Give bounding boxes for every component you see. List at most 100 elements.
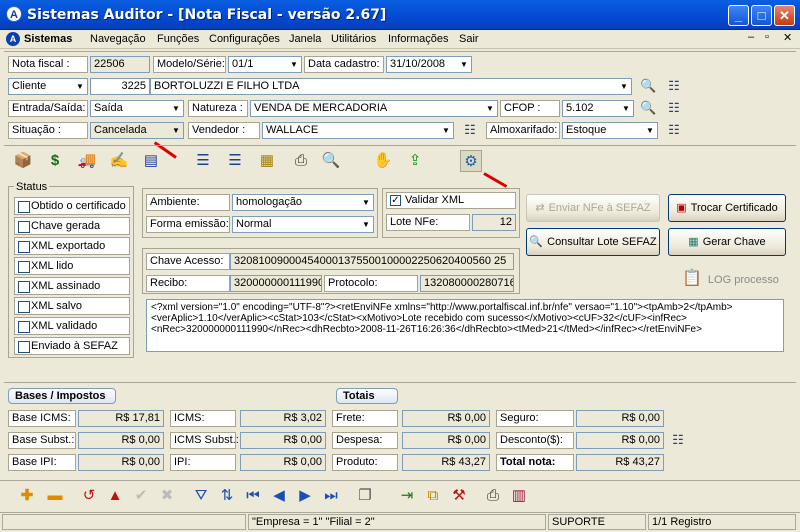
cliente-code-field[interactable]: 3225 (90, 78, 150, 95)
enviar-nfe-button[interactable]: ⇄ Enviar NFe à SEFAZ (526, 194, 660, 222)
cliente-name-field[interactable]: BORTOLUZZI E FILHO LTDA ▼ (150, 78, 632, 95)
undo-icon[interactable]: ↺ (78, 485, 100, 507)
status-item[interactable]: XML assinado (14, 277, 130, 295)
invoice-icon[interactable]: ▦ (256, 150, 278, 172)
list-icon[interactable]: ☷ (670, 432, 686, 448)
seguro-value: R$ 0,00 (576, 410, 664, 427)
status-item[interactable]: XML validado (14, 317, 130, 335)
hand-icon[interactable]: ✋ (372, 150, 394, 172)
search-icon[interactable]: 🔍 (640, 78, 656, 94)
dollar-icon[interactable]: $ (44, 150, 66, 172)
ambiente-select[interactable]: homologação ▼ (232, 194, 374, 211)
chevron-down-icon[interactable]: ▼ (617, 79, 631, 94)
magnifier-icon[interactable]: 🔍 (320, 150, 342, 172)
menu-funcoes[interactable]: Funções (157, 33, 199, 45)
data-cadastro-field[interactable]: 31/10/2008 ▼ (386, 56, 472, 73)
natureza-select[interactable]: VENDA DE MERCADORIA ▼ (250, 100, 498, 117)
remove-icon[interactable]: ▬ (44, 485, 66, 507)
chevron-down-icon[interactable]: ▼ (359, 195, 373, 210)
vendedor-select[interactable]: WALLACE ▼ (262, 122, 454, 139)
forma-emissao-select[interactable]: Normal ▼ (232, 216, 374, 233)
base-icms-label: Base ICMS: (8, 410, 76, 427)
chevron-down-icon[interactable]: ▼ (457, 57, 471, 72)
filter-icon[interactable]: ⛛ (190, 485, 212, 507)
menu-configuracoes[interactable]: Configurações (209, 33, 280, 45)
next-record-icon[interactable]: ▶ (294, 485, 316, 507)
trocar-certificado-button[interactable]: ▣ Trocar Certificado (668, 194, 786, 222)
first-record-icon[interactable]: ⏮ (242, 485, 264, 507)
previous-record-icon[interactable]: ◀ (268, 485, 290, 507)
entrada-saida-select[interactable]: Saída ▼ (90, 100, 184, 117)
forma-emissao-label: Forma emissão: (146, 216, 230, 233)
validar-xml-checkbox[interactable]: ✓ Validar XML (386, 192, 516, 209)
mdi-close-button[interactable]: ✕ (783, 31, 792, 44)
chevron-down-icon[interactable]: ▼ (643, 123, 657, 138)
chevron-down-icon[interactable]: ▼ (169, 101, 183, 116)
list-icon[interactable]: ☷ (666, 122, 682, 138)
sort-icon[interactable]: ⇅ (216, 485, 238, 507)
cfop-select[interactable]: 5.102 ▼ (562, 100, 634, 117)
export-icon[interactable]: ⇪ (404, 150, 426, 172)
print-icon[interactable]: ⎙ (482, 485, 504, 507)
confirm-icon[interactable]: ✔ (130, 485, 152, 507)
menu-sair[interactable]: Sair (459, 33, 479, 45)
tools-icon[interactable]: ⚒ (448, 485, 470, 507)
xml-response-area[interactable]: <?xml version="1.0" encoding="UTF-8"?><r… (146, 299, 784, 352)
chevron-down-icon[interactable]: ▼ (439, 123, 453, 138)
mdi-minimize-button[interactable]: – (748, 31, 754, 43)
situacao-select[interactable]: Cancelada ▼ (90, 122, 184, 139)
list-icon[interactable]: ☷ (462, 122, 478, 138)
status-item[interactable]: Chave gerada (14, 217, 130, 235)
modelo-field[interactable]: 01/1 ▼ (228, 56, 302, 73)
sign-icon[interactable]: ✍ (108, 150, 130, 172)
log-processo-button[interactable]: 📋 LOG processo (682, 268, 779, 288)
status-item[interactable]: XML salvo (14, 297, 130, 315)
list-icon[interactable]: ☷ (666, 78, 682, 94)
gerar-chave-button[interactable]: ▦ Gerar Chave (668, 228, 786, 256)
status-cell-empty (2, 514, 246, 530)
status-item[interactable]: XML exportado (14, 237, 130, 255)
add-icon[interactable]: ✚ (16, 485, 38, 507)
check-icon[interactable]: ✓ (390, 195, 401, 206)
printer-icon[interactable]: ⎙ (290, 150, 312, 172)
menu-janela[interactable]: Janela (289, 33, 321, 45)
list-icon[interactable]: ☷ (666, 100, 682, 116)
maximize-button[interactable]: □ (751, 5, 772, 26)
triangle-up-icon[interactable]: ▲ (104, 485, 126, 507)
minimize-button[interactable]: _ (728, 5, 749, 26)
merge-icon[interactable]: ⧉ (422, 485, 444, 507)
menu-sistemas[interactable]: Sistemas (24, 33, 72, 45)
package-icon[interactable]: 📦 (12, 150, 34, 172)
menu-informacoes[interactable]: Informações (388, 33, 449, 45)
chevron-down-icon[interactable]: ▼ (287, 57, 301, 72)
status-item[interactable]: Obtido o certificado (14, 197, 130, 215)
total-nota-value: R$ 43,27 (576, 454, 664, 471)
chevron-down-icon[interactable]: ▼ (483, 101, 497, 116)
chevron-down-icon[interactable]: ▼ (73, 79, 87, 94)
report-icon[interactable]: ▥ (508, 485, 530, 507)
cancel-icon[interactable]: ✖ (156, 485, 178, 507)
search-icon[interactable]: 🔍 (640, 100, 656, 116)
import-icon[interactable]: ⇥ (396, 485, 418, 507)
copy-icon[interactable]: ❐ (354, 485, 376, 507)
status-item[interactable]: XML lido (14, 257, 130, 275)
text-document-icon[interactable]: ☰ (224, 150, 246, 172)
chevron-down-icon[interactable]: ▼ (619, 101, 633, 116)
list-document-icon[interactable]: ☰ (192, 150, 214, 172)
mdi-restore-button[interactable]: ▫ (765, 31, 769, 43)
last-record-icon[interactable]: ⏭ (320, 485, 342, 507)
close-button[interactable]: ✕ (774, 5, 795, 26)
consultar-lote-button[interactable]: 🔍 Consultar Lote SEFAZ (526, 228, 660, 256)
chevron-down-icon[interactable]: ▼ (169, 123, 183, 138)
ipi-value: R$ 0,00 (240, 454, 326, 471)
menu-navegacao[interactable]: Navegação (90, 33, 146, 45)
divider (4, 51, 796, 52)
chevron-down-icon[interactable]: ▼ (359, 217, 373, 232)
truck-icon[interactable]: 🚚 (76, 150, 98, 172)
status-item[interactable]: Enviado à SEFAZ (14, 337, 130, 355)
nfe-icon[interactable]: ⚙ (460, 150, 482, 172)
menu-utilitarios[interactable]: Utilitários (331, 33, 376, 45)
almoxarifado-select[interactable]: Estoque ▼ (562, 122, 658, 139)
document-icon[interactable]: ▤ (140, 150, 162, 172)
cliente-select[interactable]: Cliente ▼ (8, 78, 88, 95)
